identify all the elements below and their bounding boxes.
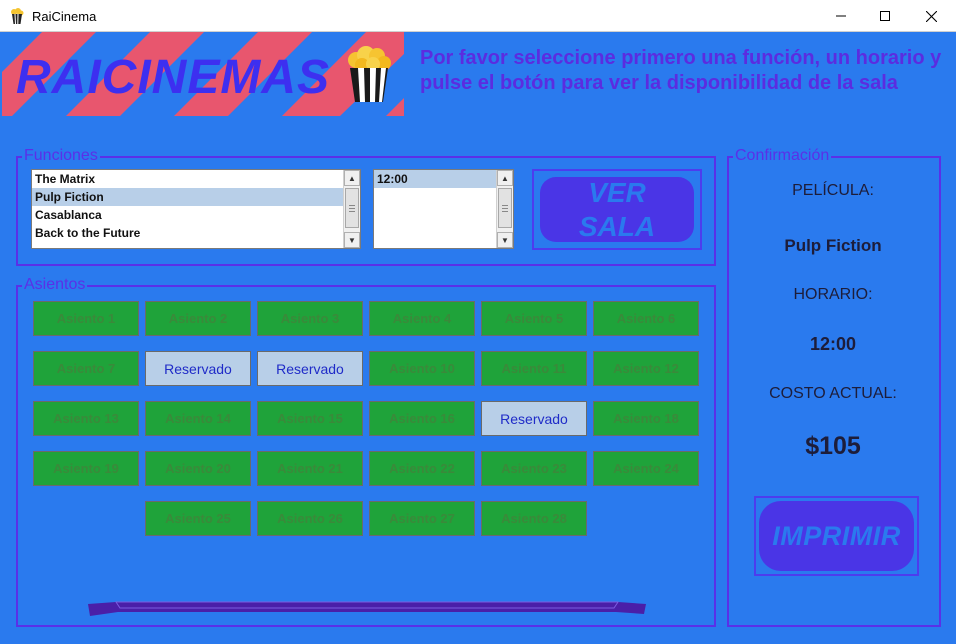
asientos-title: Asientos (22, 276, 88, 294)
close-icon (925, 10, 937, 22)
funciones-title: Funciones (22, 147, 100, 165)
seat-button[interactable]: Asiento 26 (257, 501, 363, 536)
scroll-down-icon[interactable]: ▼ (344, 232, 360, 248)
seat-button-reserved[interactable]: Reservado (257, 351, 363, 386)
seat-button[interactable]: Asiento 2 (145, 301, 251, 336)
seat-button[interactable]: Asiento 28 (481, 501, 587, 536)
title-bar: RaiCinema (0, 0, 956, 32)
costo-value: $105 (805, 432, 861, 460)
seat-button[interactable]: Asiento 11 (481, 351, 587, 386)
logo-text: RAICINEMAS (16, 51, 331, 104)
pelicula-value: Pulp Fiction (784, 236, 882, 255)
seat-button[interactable]: Asiento 10 (369, 351, 475, 386)
ver-sala-button[interactable]: VER SALA (532, 169, 702, 250)
scroll-down-icon[interactable]: ▼ (497, 232, 513, 248)
seat-button-reserved[interactable]: Reservado (481, 401, 587, 436)
seat-button[interactable]: Asiento 24 (593, 451, 699, 486)
movie-item[interactable]: Pulp Fiction (32, 188, 360, 206)
imprimir-button[interactable]: IMPRIMIR (754, 496, 919, 576)
pelicula-label: PELÍCULA: (792, 182, 874, 199)
movie-list-scrollbar[interactable]: ▲ ▼ (343, 170, 360, 248)
cinema-screen (88, 601, 646, 616)
ver-sala-label: VER SALA (578, 176, 656, 242)
app-popcorn-icon (11, 8, 24, 24)
confirmacion-title: Confirmación (733, 147, 832, 165)
horario-value: 12:00 (809, 334, 857, 354)
imprimir-button-face[interactable]: IMPRIMIR (759, 501, 914, 571)
seat-button[interactable]: Asiento 23 (481, 451, 587, 486)
seat-button[interactable]: Asiento 7 (33, 351, 139, 386)
seat-button[interactable]: Asiento 22 (369, 451, 475, 486)
maximize-button[interactable] (862, 0, 908, 32)
time-list-scrollbar[interactable]: ▲ ▼ (496, 170, 513, 248)
seat-button[interactable]: Asiento 3 (257, 301, 363, 336)
seat-button[interactable]: Asiento 1 (33, 301, 139, 336)
seat-button[interactable]: Asiento 12 (593, 351, 699, 386)
horario-label: HORARIO: (793, 286, 873, 303)
close-button[interactable] (908, 0, 954, 32)
movie-list[interactable]: The Matrix Pulp Fiction Casablanca Back … (31, 169, 361, 249)
movie-item[interactable]: Back to the Future (32, 224, 360, 242)
logo-banner: RAICINEMAS (2, 32, 404, 116)
seat-button[interactable]: Asiento 21 (257, 451, 363, 486)
scroll-thumb[interactable] (498, 188, 512, 228)
ver-sala-button-face[interactable]: VER SALA (540, 177, 694, 242)
scroll-up-icon[interactable]: ▲ (344, 170, 360, 186)
movie-item[interactable]: Casablanca (32, 206, 360, 224)
seat-button[interactable]: Asiento 6 (593, 301, 699, 336)
time-item[interactable]: 12:00 (374, 170, 513, 188)
minimize-button[interactable] (818, 0, 864, 32)
seat-button[interactable]: Asiento 15 (257, 401, 363, 436)
window-title: RaiCinema (32, 9, 97, 24)
minimize-icon (836, 15, 846, 17)
seat-button[interactable]: Asiento 20 (145, 451, 251, 486)
imprimir-label: IMPRIMIR (772, 520, 901, 551)
seat-button[interactable]: Asiento 4 (369, 301, 475, 336)
seat-button[interactable]: Asiento 13 (33, 401, 139, 436)
seat-button[interactable]: Asiento 14 (145, 401, 251, 436)
seat-button[interactable]: Asiento 27 (369, 501, 475, 536)
seat-button[interactable]: Asiento 19 (33, 451, 139, 486)
scroll-thumb[interactable] (345, 188, 359, 228)
seat-button[interactable]: Asiento 18 (593, 401, 699, 436)
seat-button[interactable]: Asiento 16 (369, 401, 475, 436)
seat-button[interactable]: Asiento 5 (481, 301, 587, 336)
seat-button[interactable]: Asiento 25 (145, 501, 251, 536)
instructions-text: Por favor seleccione primero una función… (420, 47, 942, 94)
maximize-icon (880, 11, 890, 21)
scroll-up-icon[interactable]: ▲ (497, 170, 513, 186)
costo-label: COSTO ACTUAL: (769, 385, 897, 402)
seat-button-reserved[interactable]: Reservado (145, 351, 251, 386)
time-list[interactable]: 12:00 ▲ ▼ (373, 169, 514, 249)
popcorn-icon (348, 46, 391, 102)
movie-item[interactable]: The Matrix (32, 170, 360, 188)
